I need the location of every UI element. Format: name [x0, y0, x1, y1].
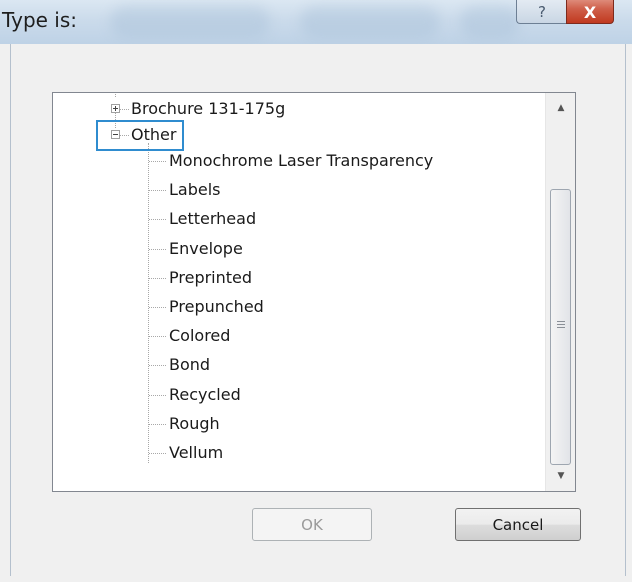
grip-line: [557, 321, 565, 322]
tree-node-child[interactable]: Vellum: [169, 440, 223, 466]
tree-line: [149, 277, 166, 279]
tree-node-label: Envelope: [169, 238, 243, 258]
close-icon: X: [583, 2, 597, 22]
tree-node-label: Vellum: [169, 443, 224, 462]
vertical-scrollbar[interactable]: ▲ ▼: [545, 93, 575, 491]
window-title: Type is:: [2, 8, 78, 32]
scrollbar-thumb[interactable]: [550, 189, 571, 465]
tree-node-label: Rough: [169, 413, 220, 433]
tree-line: [149, 248, 166, 250]
scroll-up-icon[interactable]: ▲: [546, 93, 575, 123]
tree-node-label: Brochure 131-175g: [131, 99, 286, 118]
tree-line: [149, 453, 166, 454]
paper-type-tree: Brochure 131-175g Other Monochrome Laser…: [53, 93, 545, 491]
scroll-down-icon[interactable]: ▼: [546, 461, 575, 491]
tree-node-child[interactable]: Colored: [169, 323, 230, 349]
tree-line: [149, 365, 166, 367]
tree-line: [115, 93, 116, 97]
paper-type-tree-box: Brochure 131-175g Other Monochrome Laser…: [52, 92, 576, 492]
tree-line: [149, 336, 166, 338]
tree-node-child[interactable]: Envelope: [169, 236, 243, 262]
tree-node-child[interactable]: Preprinted: [169, 265, 252, 291]
close-button[interactable]: X: [566, 0, 614, 24]
glass-blur: [300, 6, 440, 38]
tree-line: [149, 219, 166, 221]
grip-line: [557, 324, 565, 325]
tree-node-label: Prepunched: [169, 297, 264, 316]
help-icon: ?: [538, 3, 546, 21]
tree-line: [149, 161, 166, 162]
tree-node-label: Bond: [169, 355, 211, 375]
expand-icon[interactable]: [111, 104, 120, 113]
glass-blur: [110, 6, 270, 38]
cancel-button[interactable]: Cancel: [455, 508, 581, 541]
tree-node-child[interactable]: Monochrome Laser Transparency: [169, 148, 433, 174]
tree-line: [149, 394, 166, 396]
tree-node-child[interactable]: Rough: [169, 411, 220, 437]
glass-blur: [460, 6, 520, 38]
tree-node-label: Letterhead: [169, 209, 257, 229]
tree-node-child[interactable]: Labels: [169, 177, 221, 203]
help-button[interactable]: ?: [516, 0, 567, 24]
tree-node-label: Preprinted: [169, 267, 253, 287]
tree-line: [149, 190, 166, 192]
tree-node-child[interactable]: Prepunched: [169, 294, 264, 320]
tree-line: [120, 109, 129, 110]
tree-node-child[interactable]: Bond: [169, 352, 210, 378]
tree-node-label: Monochrome Laser Transparency: [169, 151, 434, 170]
tree-node-label: Recycled: [169, 384, 241, 404]
ok-button[interactable]: OK: [252, 508, 372, 541]
grip-line: [557, 327, 565, 328]
tree-node-label: Colored: [169, 326, 231, 346]
selection-highlight: [96, 120, 184, 151]
tree-line: [149, 423, 166, 425]
title-bar: Type is: ? X: [0, 0, 632, 44]
tree-node-child[interactable]: Letterhead: [169, 206, 256, 232]
tree-node-label: Labels: [169, 180, 221, 200]
tree-line: [149, 307, 166, 308]
tree-node-child[interactable]: Recycled: [169, 382, 241, 408]
